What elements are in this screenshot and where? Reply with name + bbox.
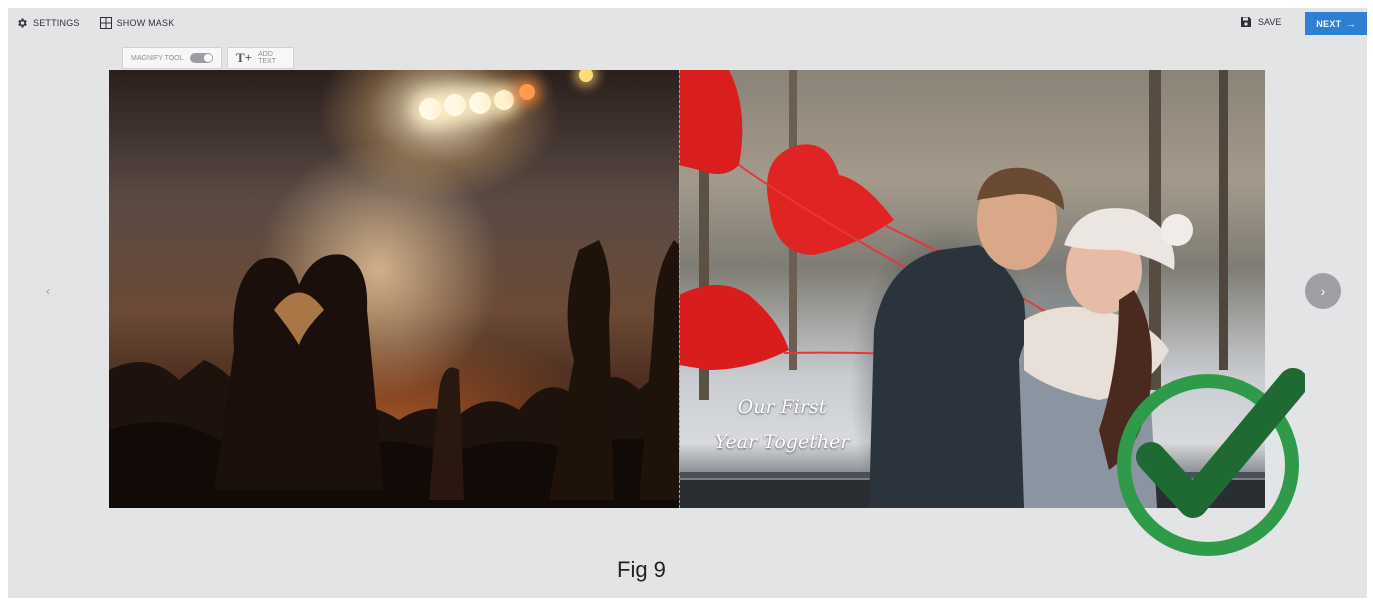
gear-icon: [18, 18, 27, 28]
figure-label: Fig 9: [617, 557, 666, 582]
check-circle-icon: [1117, 368, 1305, 556]
settings-button[interactable]: SETTINGS: [16, 17, 80, 29]
add-text-button[interactable]: T+ ADD TEXT: [227, 47, 294, 69]
chevron-left-icon[interactable]: ‹: [46, 284, 50, 298]
show-mask-label: SHOW MASK: [116, 18, 175, 28]
save-label: SAVE: [1258, 17, 1282, 27]
arrow-right-icon: →: [1346, 18, 1356, 29]
settings-label: SETTINGS: [33, 18, 80, 28]
next-page-button[interactable]: ›: [1305, 273, 1341, 309]
magnify-tool-label: MAGNIFY TOOL: [131, 54, 184, 62]
save-button[interactable]: SAVE: [1240, 16, 1281, 28]
grid-icon: [99, 17, 112, 29]
editor-frame: SETTINGS SHOW MASK SAVE NEXT → MAGNIFY T…: [8, 8, 1367, 598]
top-toolbar: SETTINGS SHOW MASK: [16, 17, 174, 29]
chevron-right-icon: ›: [1320, 283, 1326, 299]
caption-line-1: Our First: [737, 396, 827, 418]
spread-left-page[interactable]: [109, 70, 679, 508]
magnify-tool-toggle[interactable]: MAGNIFY TOOL: [122, 47, 222, 69]
spine-fold-line: [679, 70, 680, 508]
floppy-disk-icon: [1241, 17, 1251, 27]
add-text-icon: T+: [236, 50, 253, 65]
page-caption[interactable]: Our First Year Together: [707, 390, 857, 460]
caption-line-2: Year Together: [714, 431, 850, 453]
add-text-label: ADD TEXT: [258, 51, 276, 65]
toggle-switch-icon[interactable]: [189, 53, 213, 63]
show-mask-button[interactable]: SHOW MASK: [99, 17, 175, 29]
next-label: NEXT: [1316, 18, 1342, 29]
crowd-silhouette: [109, 240, 679, 508]
next-button[interactable]: NEXT →: [1305, 12, 1367, 35]
